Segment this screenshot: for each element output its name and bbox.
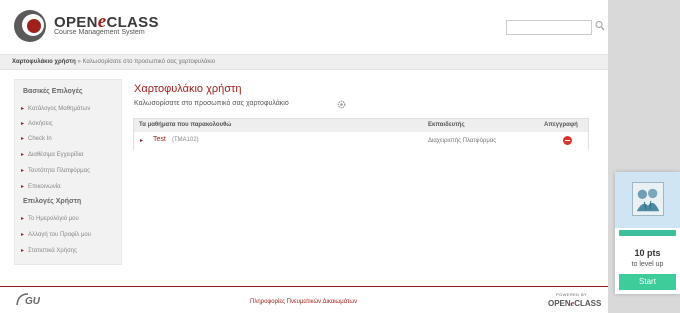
- search-icon[interactable]: [595, 20, 605, 32]
- brand-subtitle: Course Management System: [54, 29, 145, 36]
- sidebar-item-label: Κατάλογος Μαθημάτων: [28, 106, 91, 112]
- bullet-icon: ▸: [21, 216, 25, 222]
- footer-divider: [0, 286, 608, 287]
- course-link[interactable]: Test: [153, 136, 166, 143]
- sidebar-item-check-in[interactable]: ▸ Check In: [21, 135, 52, 142]
- bullet-icon: ▸: [21, 121, 25, 127]
- bullet-icon: ▸: [21, 168, 25, 174]
- header: OPENeCLASS Course Management System: [0, 0, 608, 52]
- breadcrumb-detail: Καλωσορίσατε στο προσωπικό σας χαρτοφυλά…: [82, 59, 216, 65]
- table-header: Τα μαθήματα που παρακολουθώ Εκπαιδευτής …: [134, 119, 588, 132]
- bullet-icon: ▸: [21, 136, 25, 142]
- illustration-icon: [632, 182, 664, 216]
- course-instructor: Διαχειριστής Πλατφόρμας: [428, 138, 497, 144]
- sidebar-item-manuals[interactable]: ▸ Διαθέσιμα Εγχειρίδια: [21, 151, 84, 158]
- openeclass-logo-icon[interactable]: [14, 10, 46, 42]
- column-header-courses: Τα μαθήματα που παρακολουθώ: [139, 122, 232, 128]
- level-progress-bar: [619, 230, 676, 236]
- page-title: Χαρτοφυλάκιο χρήστη: [134, 83, 242, 95]
- search-input[interactable]: [506, 20, 592, 35]
- page-subtitle: Καλωσορίσατε στο προσωπικό σας χαρτοφυλά…: [134, 100, 289, 107]
- courses-table: Τα μαθήματα που παρακολουθώ Εκπαιδευτής …: [133, 118, 589, 150]
- table-row: ▸ Test (TMA102) Διαχειριστής Πλατφόρμας: [134, 133, 588, 150]
- course-code: (TMA102): [172, 137, 199, 143]
- widget-header: [615, 172, 680, 228]
- bullet-icon: ▸: [21, 248, 25, 254]
- sidebar-item-label: Το Ημερολόγιό μου: [28, 216, 79, 222]
- sidebar-item-label: Αλλαγή του Προφίλ μου: [28, 232, 92, 238]
- unsubscribe-icon[interactable]: [563, 136, 572, 145]
- sidebar-item-edit-profile[interactable]: ▸ Αλλαγή του Προφίλ μου: [21, 231, 91, 238]
- sidebar-item-label: Επικοινωνία: [28, 184, 61, 190]
- bullet-icon: ▸: [21, 152, 25, 158]
- column-header-unsubscribe: Απεγγραφή: [544, 122, 578, 128]
- sidebar-item-label: Ταυτότητα Πλατφόρμας: [28, 168, 90, 174]
- column-header-instructor: Εκπαιδευτής: [428, 122, 465, 128]
- sidebar-heading-user: Επιλογές Χρήστη: [23, 198, 82, 205]
- page: OPENeCLASS Course Management System Χαρτ…: [0, 0, 608, 313]
- bullet-icon: ▸: [21, 106, 25, 112]
- sidebar-heading-basic: Βασικές Επιλογές: [23, 88, 83, 95]
- sidebar-item-label: Στατιστικά Χρήσης: [28, 248, 78, 254]
- breadcrumb-current[interactable]: Χαρτοφυλάκιο χρήστη: [12, 59, 76, 65]
- copyright-link[interactable]: Πληροφορίες Πνευματικών Δικαιωμάτων: [250, 299, 357, 305]
- sidebar-item-label: Διαθέσιμα Εγχειρίδια: [28, 152, 84, 158]
- powered-by-label: POWERED BY: [556, 292, 588, 297]
- sidebar: Βασικές Επιλογές ▸ Κατάλογος Μαθημάτων ▸ Α…: [14, 79, 122, 265]
- sidebar-item-contact[interactable]: ▸ Επικοινωνία: [21, 183, 61, 190]
- sidebar-item-course-catalog[interactable]: ▸ Κατάλογος Μαθημάτων: [21, 105, 90, 112]
- sidebar-item-usage-stats[interactable]: ▸ Στατιστικά Χρήσης: [21, 247, 77, 254]
- level-up-label: to level up: [631, 261, 664, 268]
- sidebar-item-label: Check In: [28, 136, 52, 142]
- footer-brand-prefix: OPEN: [548, 299, 571, 308]
- bullet-icon: ▸: [140, 138, 144, 144]
- gear-icon[interactable]: [337, 100, 346, 109]
- university-logo-icon: GU: [16, 293, 41, 307]
- start-button[interactable]: Start: [619, 274, 676, 290]
- bullet-icon: ▸: [21, 232, 25, 238]
- footer-brand-suffix: CLASS: [574, 299, 602, 308]
- footer-brand[interactable]: OPENeCLASS: [548, 299, 601, 308]
- level-up-widget: 10 pts to level up Start: [615, 172, 680, 294]
- sidebar-item-label: Ασκήσεις: [28, 121, 53, 127]
- points-label: 10 pts: [634, 248, 661, 258]
- breadcrumb-separator: »: [77, 59, 81, 65]
- sidebar-item-calendar[interactable]: ▸ Το Ημερολόγιό μου: [21, 215, 79, 222]
- sidebar-item-platform-identity[interactable]: ▸ Ταυτότητα Πλατφόρμας: [21, 167, 90, 174]
- breadcrumb: Χαρτοφυλάκιο χρήστη » Καλωσορίσατε στο π…: [0, 54, 608, 70]
- bullet-icon: ▸: [21, 184, 25, 190]
- footer-logo-text: GU: [25, 296, 41, 307]
- sidebar-item-exercises[interactable]: ▸ Ασκήσεις: [21, 120, 53, 127]
